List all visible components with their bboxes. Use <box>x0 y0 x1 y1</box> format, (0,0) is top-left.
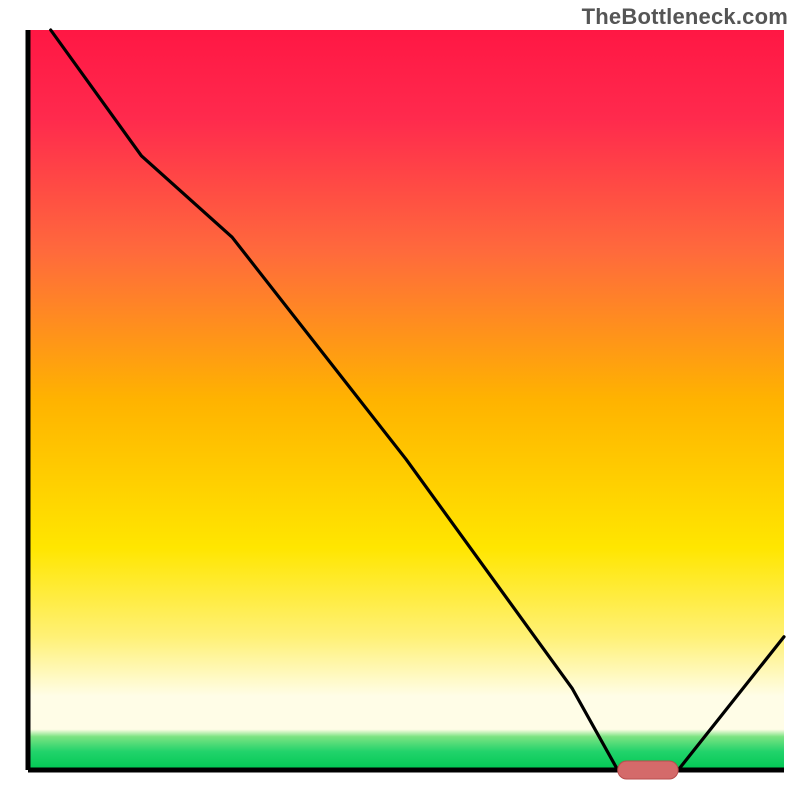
chart-frame: TheBottleneck.com <box>0 0 800 800</box>
plot-background <box>28 30 784 770</box>
chart-svg <box>0 0 800 800</box>
optimal-marker <box>618 761 678 779</box>
